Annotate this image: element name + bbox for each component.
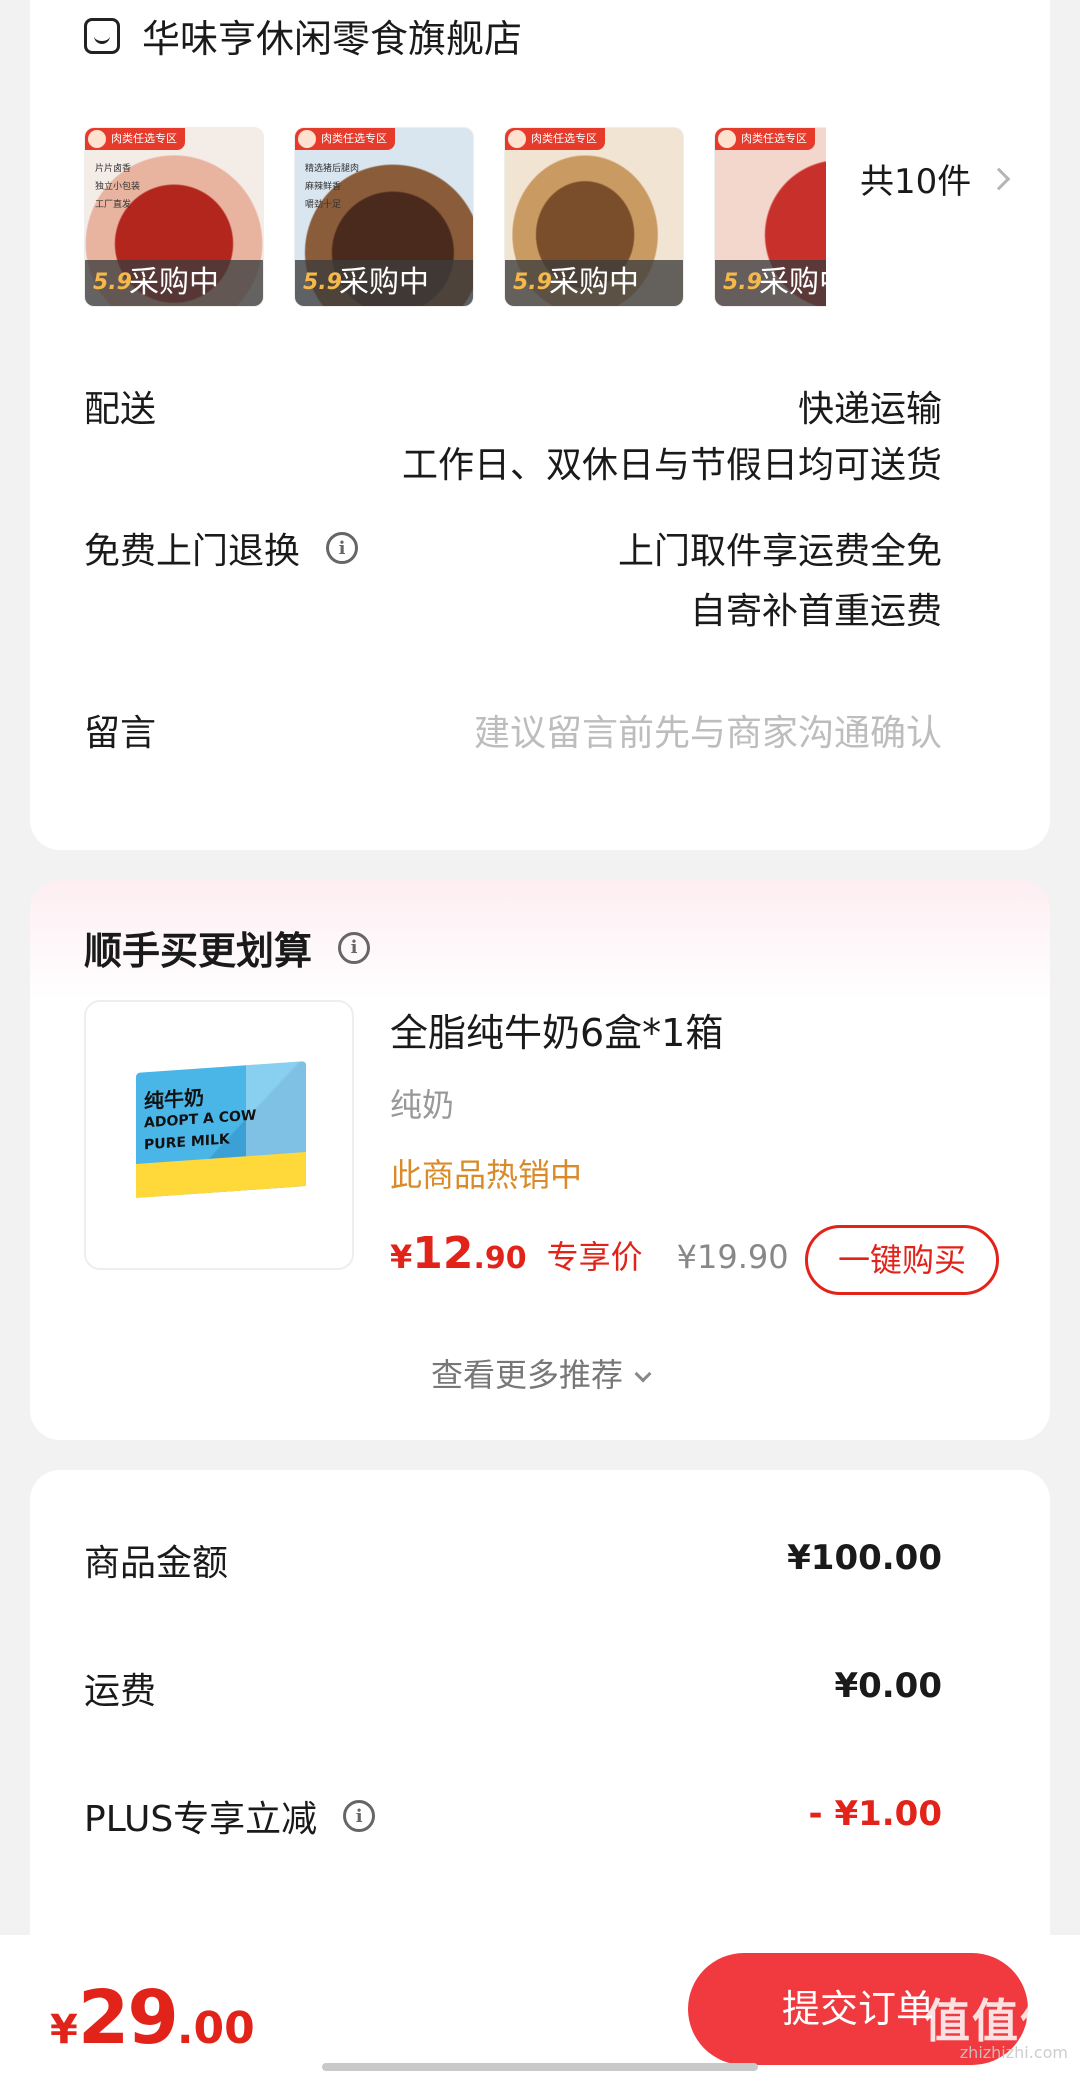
thumbnail-status: 5.9 采购中 xyxy=(85,260,263,306)
total-currency: ¥ xyxy=(50,2007,78,2053)
items-count-label: 共10件 xyxy=(860,162,972,202)
store-name: 华味亨休闲零食旗舰店 xyxy=(142,17,523,61)
delivery-label: 配送 xyxy=(84,389,157,430)
thumbnail-lines: 片片卤香 独立小包装 工厂直发 xyxy=(95,164,141,210)
checkout-bar: ¥ 29 .00 提交订单 值值值 zhizhizhi.com xyxy=(0,1935,1080,2080)
more-recommendations-link[interactable]: 查看更多推荐 xyxy=(30,1350,1050,1396)
addon-product-name[interactable]: 全脂纯牛奶6盒*1箱 xyxy=(390,1002,723,1057)
product-thumbnails[interactable]: 肉类任选专区 片片卤香 独立小包装 工厂直发 5.9 采购中 肉类任选专区 精选… xyxy=(84,127,826,309)
addon-product-spec: 纯奶 xyxy=(390,1086,455,1124)
thumbnail-status: 5.9 采购中 xyxy=(715,260,826,306)
addon-price-tag: 专享价 xyxy=(546,1238,643,1276)
info-icon[interactable]: i xyxy=(326,532,359,564)
shipping-fee-value: ¥0.00 xyxy=(834,1666,942,1706)
total-dec: .00 xyxy=(176,2003,255,2054)
thumbnail-lines: 精选猪后腿肉 麻辣鲜香 嚼劲十足 xyxy=(305,164,360,210)
home-indicator[interactable] xyxy=(322,2063,758,2071)
product-thumbnail[interactable]: 肉类任选专区 精选猪后腿肉 麻辣鲜香 嚼劲十足 5.9 采购中 xyxy=(294,127,474,307)
delivery-method[interactable]: 快递运输 xyxy=(798,380,942,432)
thumbnail-status: 5.9 采购中 xyxy=(505,260,683,306)
thumbnail-tag: 肉类任选专区 xyxy=(715,128,815,150)
addon-hot-label: 此商品热销中 xyxy=(390,1156,583,1194)
one-click-buy-button[interactable]: 一键购买 xyxy=(805,1225,999,1295)
watermark-logo: 值值值 xyxy=(924,1994,1068,2048)
return-service-value-1: 上门取件享运费全免 xyxy=(617,531,942,572)
thumbnail-status: 5.9 采购中 xyxy=(295,260,473,306)
message-label: 留言 xyxy=(84,713,157,754)
total-int: 29 xyxy=(77,1975,179,2061)
info-icon[interactable]: i xyxy=(338,931,371,964)
addon-price-row: ¥ 12 .90 专享价 ¥19.90 xyxy=(390,1228,789,1279)
store-card: 华味亨休闲零食旗舰店 肉类任选专区 片片卤香 独立小包装 工厂直发 5.9 采购… xyxy=(30,0,1050,850)
goods-amount-value: ¥100.00 xyxy=(787,1538,942,1578)
shipping-fee-label: 运费 xyxy=(84,1671,157,1712)
message-input[interactable]: 建议留言前先与商家沟通确认 xyxy=(474,704,942,756)
goods-amount-label: 商品金额 xyxy=(84,1543,229,1584)
watermark-url: zhizhizhi.com xyxy=(959,2043,1068,2062)
addon-title-row: 顺手买更划算 i xyxy=(84,920,371,975)
addon-price-currency: ¥ xyxy=(390,1238,413,1276)
addon-title: 顺手买更划算 xyxy=(84,929,313,973)
return-service-label: 免费上门退换 xyxy=(84,531,301,572)
product-thumbnail[interactable]: 肉类任选专区 片片卤香 独立小包装 工厂直发 5.9 采购中 xyxy=(84,127,264,307)
store-header[interactable]: 华味亨休闲零食旗舰店 xyxy=(84,8,522,63)
addon-product-image[interactable]: 纯牛奶 ADOPT A COW PURE MILK xyxy=(84,1000,354,1270)
milk-box-image: 纯牛奶 ADOPT A COW PURE MILK xyxy=(136,1061,306,1198)
plus-discount-label: PLUS专享立减 xyxy=(84,1799,318,1840)
addon-original-price: ¥19.90 xyxy=(676,1238,789,1276)
return-service-row: 免费上门退换 i xyxy=(84,522,359,574)
delivery-schedule: 工作日、双休日与节假日均可送货 xyxy=(401,445,942,486)
plus-discount-value: - ¥1.00 xyxy=(808,1794,943,1834)
thumbnail-tag: 肉类任选专区 xyxy=(505,128,605,150)
thumbnail-tag: 肉类任选专区 xyxy=(295,128,395,150)
addon-price-int: 12 xyxy=(412,1228,474,1279)
product-thumbnail[interactable]: 肉类任选专区 5.9 采购中 xyxy=(714,127,826,307)
chevron-down-icon xyxy=(634,1365,652,1383)
chevron-right-icon xyxy=(987,167,1011,190)
plus-discount-row: PLUS专享立减 i xyxy=(84,1790,376,1842)
thumbnail-tag: 肉类任选专区 xyxy=(85,128,185,150)
store-icon xyxy=(84,17,120,54)
addon-price-dec: .90 xyxy=(473,1241,527,1276)
info-icon[interactable]: i xyxy=(343,1800,376,1832)
return-service-value-2: 自寄补首重运费 xyxy=(689,591,942,632)
addon-card: 顺手买更划算 i 纯牛奶 ADOPT A COW PURE MILK 全脂纯牛奶… xyxy=(30,880,1050,1440)
total-price: ¥ 29 .00 xyxy=(50,1975,255,2061)
more-recommendations-label: 查看更多推荐 xyxy=(430,1356,623,1394)
product-thumbnail[interactable]: 肉类任选专区 5.9 采购中 xyxy=(504,127,684,307)
items-count-link[interactable]: 共10件 xyxy=(860,154,1011,203)
